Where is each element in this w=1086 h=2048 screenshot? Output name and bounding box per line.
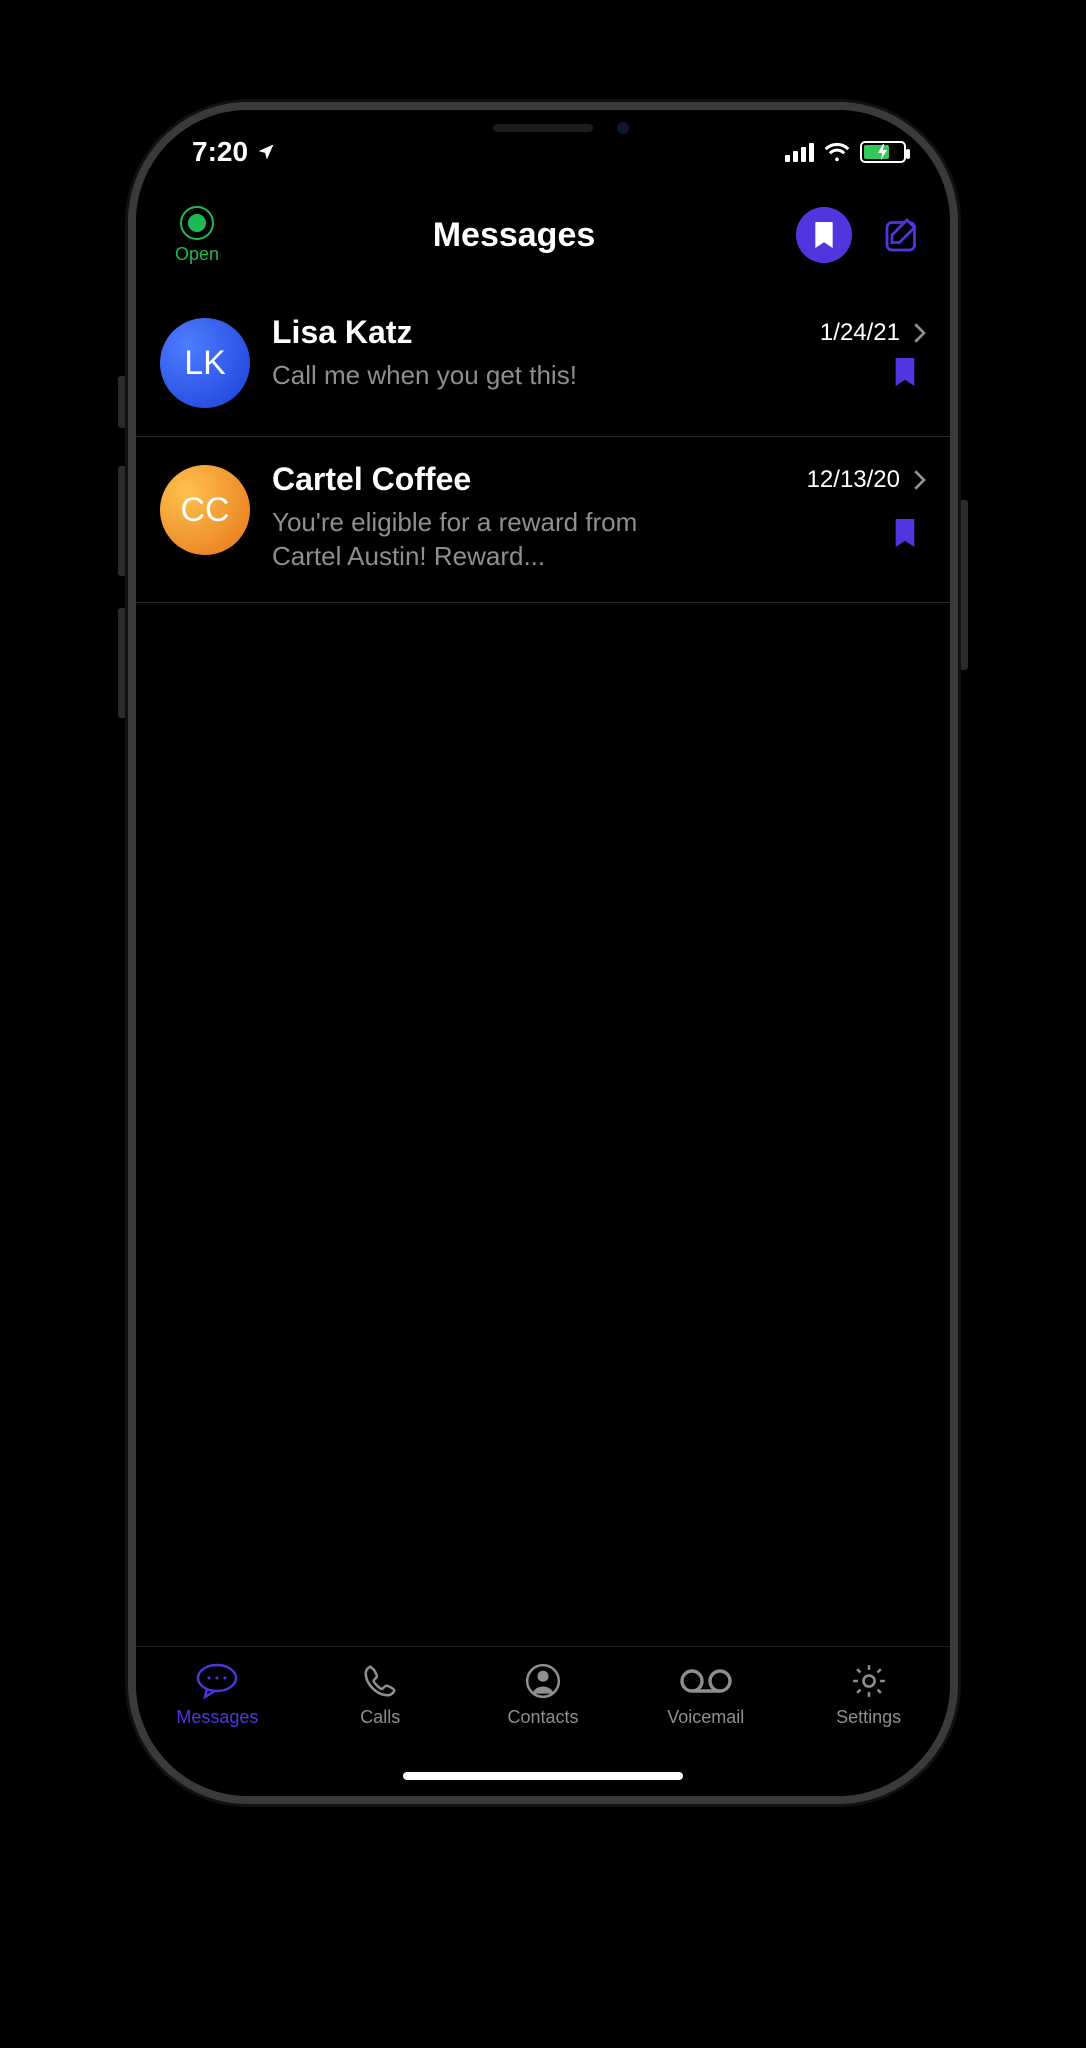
bookmark-flag-icon [894,358,916,386]
phone-icon [361,1661,399,1701]
tab-label: Voicemail [667,1707,744,1728]
page-title: Messages [232,216,796,255]
message-row[interactable]: LK Lisa Katz 1/24/21 Call me when you ge… [136,290,950,437]
wifi-icon [824,142,850,162]
tab-label: Settings [836,1707,901,1728]
presence-status[interactable]: Open [162,206,232,265]
volume-down-button[interactable] [118,608,128,718]
tab-settings[interactable]: Settings [787,1661,950,1728]
message-snippet: Call me when you get this! [272,359,702,393]
bookmark-filter-button[interactable] [796,207,852,263]
notch [393,110,693,150]
compose-button[interactable] [880,213,924,257]
tab-voicemail[interactable]: Voicemail [624,1661,787,1728]
bookmark-icon [813,222,835,248]
avatar-initials: LK [184,344,226,383]
phone-frame: 7:20 [128,102,958,1804]
voicemail-icon [680,1661,732,1701]
tab-calls[interactable]: Calls [299,1661,462,1728]
presence-dot-icon [180,206,214,240]
status-bar-left: 7:20 [192,136,276,168]
silence-switch[interactable] [118,376,128,428]
avatar: LK [160,318,250,408]
avatar-initials: CC [180,491,229,530]
contact-name: Cartel Coffee [272,461,795,498]
speaker-grille [493,124,593,132]
volume-up-button[interactable] [118,466,128,576]
avatar: CC [160,465,250,555]
status-bar-right [785,141,906,163]
tab-messages[interactable]: Messages [136,1661,299,1728]
gear-icon [850,1661,888,1701]
front-camera [615,120,631,136]
chevron-right-icon [912,470,926,490]
tab-label: Calls [360,1707,400,1728]
message-row[interactable]: CC Cartel Coffee 12/13/20 You're eligibl… [136,437,950,603]
message-snippet: You're eligible for a reward from Cartel… [272,506,702,574]
chevron-right-icon [912,323,926,343]
tab-contacts[interactable]: Contacts [462,1661,625,1728]
cellular-signal-icon [785,142,814,162]
location-arrow-icon [256,142,276,162]
clock-label: 7:20 [192,136,248,168]
compose-icon [882,215,922,255]
contact-name: Lisa Katz [272,314,808,351]
bookmark-flag-icon [894,519,916,547]
battery-charging-icon [860,141,906,163]
message-date: 12/13/20 [807,466,900,494]
home-indicator[interactable] [403,1772,683,1780]
phone-screen: 7:20 [136,110,950,1796]
nav-bar: Open Messages [136,190,950,280]
contacts-icon [524,1661,562,1701]
message-list[interactable]: LK Lisa Katz 1/24/21 Call me when you ge… [136,290,950,1646]
messages-icon [195,1661,239,1701]
presence-label: Open [175,244,219,265]
power-button[interactable] [958,500,968,670]
tab-label: Contacts [507,1707,578,1728]
tab-label: Messages [176,1707,258,1728]
message-date: 1/24/21 [820,319,900,347]
